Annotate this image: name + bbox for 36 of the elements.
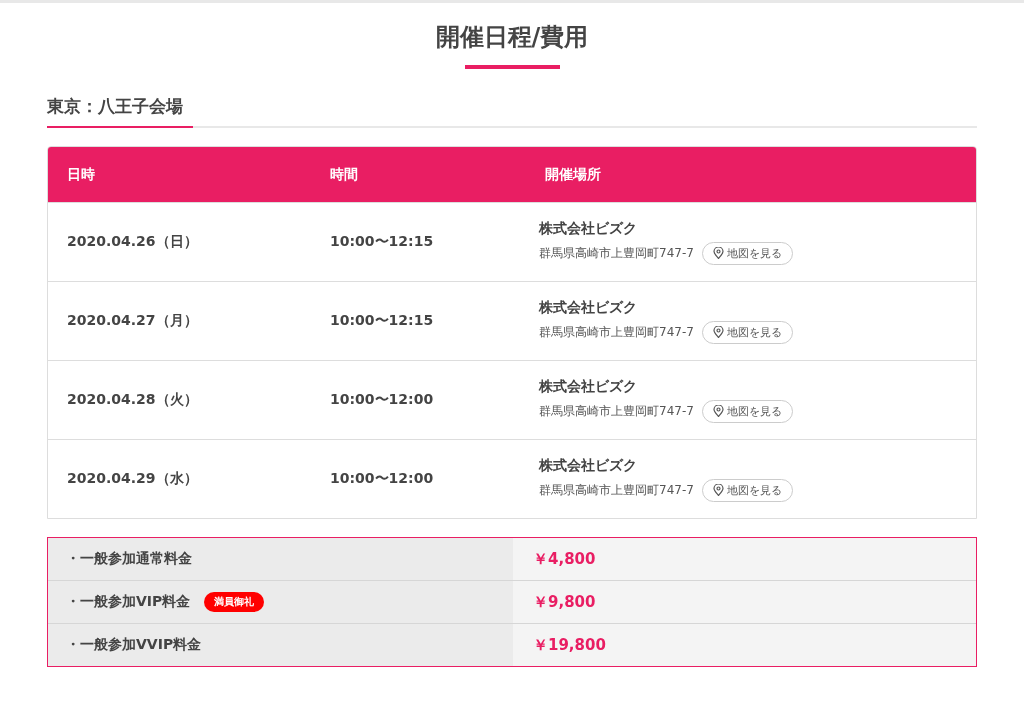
venue-address: 群馬県高崎市上豊岡町747-7 [539, 481, 694, 499]
location-pin-icon [712, 247, 724, 259]
date-cell-text: 2020.04.27（月） [66, 312, 199, 330]
date-cell-text: 2020.04.29（水） [66, 470, 199, 488]
column-header: 時間 [329, 165, 359, 184]
sold-out-badge: 満員御礼 [204, 592, 265, 612]
price-label: ・一般参加通常料金 [66, 550, 192, 568]
date-cell-text: 2020.04.28（火） [66, 391, 199, 409]
section-heading: 東京：八王子会場 [47, 95, 193, 128]
venue-name: 株式会社ビズク [539, 377, 638, 396]
venue-address: 群馬県高崎市上豊岡町747-7 [539, 402, 694, 420]
location-pin-icon [712, 326, 724, 338]
venue-address: 群馬県高崎市上豊岡町747-7 [539, 244, 694, 262]
map-button[interactable]: 地図を見る [701, 241, 793, 265]
map-button[interactable]: 地図を見る [701, 399, 793, 423]
venue-address: 群馬県高崎市上豊岡町747-7 [539, 323, 694, 341]
venue-name: 株式会社ビズク [539, 456, 638, 475]
map-button[interactable]: 地図を見る [701, 478, 793, 502]
time-cell-text: 10:00〜12:15 [329, 233, 435, 251]
time-cell-text: 10:00〜12:00 [329, 470, 435, 488]
date-cell-text: 2020.04.26（日） [66, 233, 199, 251]
venue-name: 株式会社ビズク [539, 298, 638, 317]
time-cell-text: 10:00〜12:15 [329, 312, 435, 330]
page-title: 開催日程/費用 [434, 22, 590, 53]
venue-name: 株式会社ビズク [539, 219, 638, 238]
price-label: ・一般参加VVIP料金 [66, 636, 202, 654]
price-value: ￥19,800 [533, 635, 606, 655]
location-pin-icon [712, 484, 724, 496]
price-label: ・一般参加VIP料金 [66, 593, 191, 611]
column-header: 開催場所 [544, 165, 602, 184]
map-button[interactable]: 地図を見る [701, 320, 793, 344]
location-pin-icon [712, 405, 724, 417]
time-cell-text: 10:00〜12:00 [329, 391, 435, 409]
price-value: ￥4,800 [533, 549, 596, 569]
price-value: ￥9,800 [533, 592, 596, 612]
column-header: 日時 [66, 165, 96, 184]
